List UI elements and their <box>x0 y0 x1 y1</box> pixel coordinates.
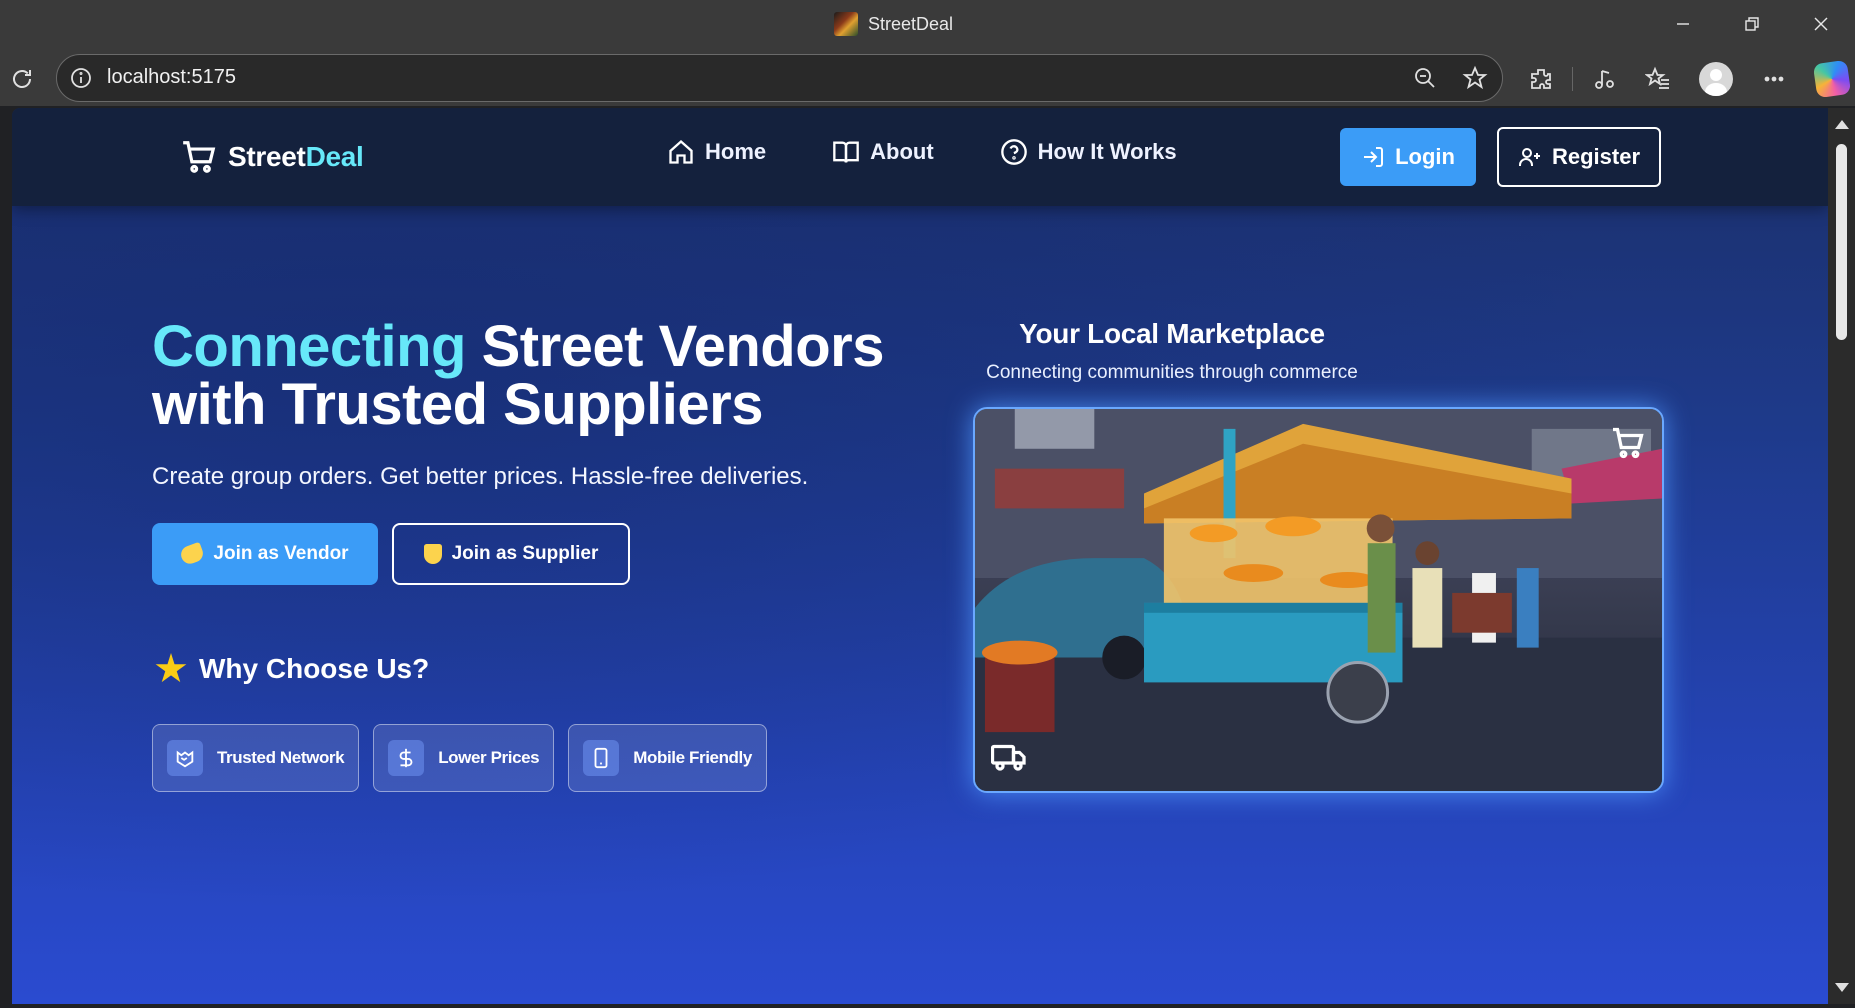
restore-icon <box>1744 17 1759 31</box>
brand-name-second: Deal <box>305 141 364 172</box>
shopping-cart-icon <box>183 141 216 173</box>
feature-lower-prices: Lower Prices <box>373 724 555 792</box>
profile-avatar[interactable] <box>1699 62 1733 96</box>
hero-title-line2: with Trusted Suppliers <box>152 372 763 437</box>
reload-icon <box>13 70 31 88</box>
scrollbar-thumb[interactable] <box>1836 144 1847 340</box>
close-window-button[interactable] <box>1786 0 1855 48</box>
site-info-icon[interactable] <box>69 66 93 90</box>
restore-button[interactable] <box>1717 0 1786 48</box>
login-button[interactable]: Login <box>1340 128 1476 186</box>
nav-link-how-it-works[interactable]: How It Works <box>1000 138 1177 166</box>
join-vendor-label: Join as Vendor <box>213 543 349 564</box>
truck-icon <box>990 739 1029 777</box>
site-favicon-icon <box>834 12 858 36</box>
site-navbar: StreetDeal Home About How It Works Login… <box>12 108 1828 206</box>
browser-titlebar: StreetDeal <box>0 0 1855 52</box>
hero-title-accent: Connecting <box>152 314 466 379</box>
zoom-out-icon[interactable] <box>1412 65 1438 91</box>
browser-toolbar-icons <box>1528 59 1852 99</box>
feature-label: Mobile Friendly <box>633 748 752 767</box>
street-vendor-photo <box>973 407 1664 793</box>
dollar-icon <box>388 740 425 776</box>
marketplace-subtitle: Connecting communities through commerce <box>986 362 1358 383</box>
scroll-up-arrow-icon[interactable] <box>1835 120 1849 129</box>
address-bar-actions <box>1412 65 1488 91</box>
close-icon <box>1814 17 1827 31</box>
login-label: Login <box>1395 144 1455 169</box>
favorites-icon[interactable] <box>1645 66 1671 92</box>
register-label: Register <box>1551 144 1641 169</box>
handshake-icon <box>167 740 203 776</box>
window-title-text: StreetDeal <box>868 13 954 34</box>
hero-title: Connecting Street Vendors with Trusted Su… <box>152 318 912 434</box>
feature-label: Lower Prices <box>438 748 540 767</box>
favorite-star-icon[interactable] <box>1462 65 1488 91</box>
shopping-cart-icon <box>1610 425 1646 461</box>
nav-link-label: About <box>870 139 934 164</box>
reload-button[interactable] <box>6 63 38 95</box>
nav-link-about[interactable]: About <box>832 138 934 166</box>
login-icon <box>1364 147 1384 167</box>
home-icon <box>669 139 693 164</box>
join-vendor-button[interactable]: Join as Vendor <box>152 523 378 585</box>
user-plus-icon <box>1518 148 1540 166</box>
minimize-button[interactable] <box>1648 0 1717 48</box>
nav-link-label: Home <box>705 139 767 164</box>
main-nav: Home About How It Works <box>667 138 1177 166</box>
nav-link-home[interactable]: Home <box>667 138 766 166</box>
brand-logo[interactable]: StreetDeal <box>180 138 364 176</box>
feature-trusted-network: Trusted Network <box>152 724 360 792</box>
brand-name-first: Street <box>228 141 306 172</box>
book-open-icon <box>833 141 859 163</box>
scroll-down-arrow-icon[interactable] <box>1835 983 1849 992</box>
minimize-icon <box>1676 23 1689 25</box>
smartphone-icon <box>583 740 620 776</box>
pointing-hand-icon <box>179 541 206 567</box>
brand-name: StreetDeal <box>228 141 364 173</box>
nav-link-label: How It Works <box>1037 139 1177 164</box>
marketplace-title: Your Local Marketplace <box>1019 318 1325 349</box>
copilot-icon[interactable] <box>1812 59 1852 99</box>
toolbar-separator <box>1572 67 1573 91</box>
hero-title-line1: Street Vendors <box>465 314 885 379</box>
why-choose-heading: Why Choose Us? <box>155 653 429 685</box>
feature-mobile-friendly: Mobile Friendly <box>568 724 767 792</box>
more-menu-icon[interactable] <box>1761 66 1787 92</box>
url-text[interactable]: localhost:5175 <box>107 66 236 89</box>
feature-label: Trusted Network <box>217 748 345 767</box>
hero-subtitle: Create group orders. Get better prices. … <box>152 463 809 490</box>
feature-badges: Trusted Network Lower Prices Mobile Frie… <box>152 724 767 792</box>
page-scrollbar[interactable] <box>1828 108 1855 1004</box>
window-controls <box>1648 0 1855 48</box>
address-bar[interactable]: localhost:5175 <box>56 54 1503 102</box>
street-cart-illustration <box>975 409 1662 791</box>
why-choose-text: Why Choose Us? <box>199 653 430 684</box>
help-circle-icon <box>1000 139 1027 165</box>
media-icon[interactable] <box>1591 66 1617 92</box>
extensions-icon[interactable] <box>1528 66 1554 92</box>
register-button[interactable]: Register <box>1497 127 1661 187</box>
join-supplier-label: Join as Supplier <box>451 543 599 564</box>
join-supplier-button[interactable]: Join as Supplier <box>392 523 630 585</box>
page-viewport: StreetDeal Home About How It Works Login… <box>12 108 1828 1004</box>
shield-icon <box>423 544 442 564</box>
window-title: StreetDeal <box>834 12 953 36</box>
star-icon <box>155 653 187 683</box>
browser-toolbar: localhost:5175 <box>0 52 1855 106</box>
